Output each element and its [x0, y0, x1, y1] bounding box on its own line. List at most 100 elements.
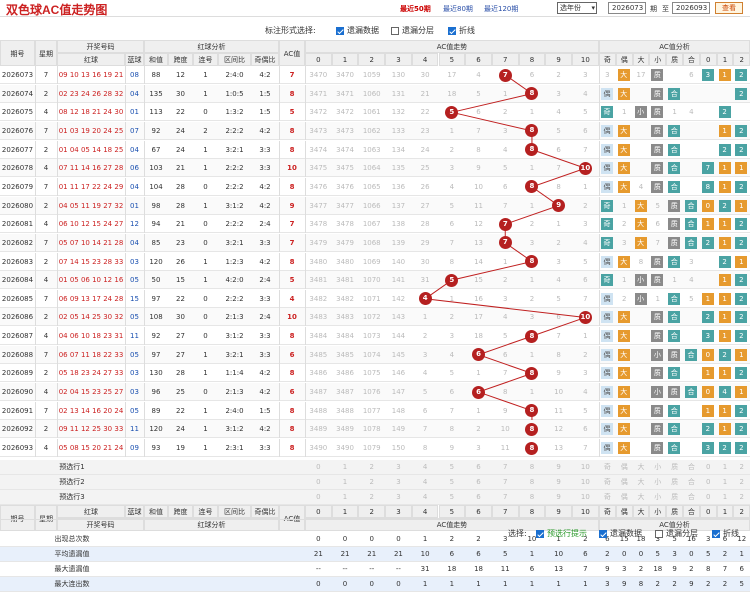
preselect-ac-cell[interactable]: 10 — [572, 475, 599, 490]
ac-analysis-tag: 偶 — [601, 143, 613, 156]
preselect-ac-cell[interactable]: 6 — [465, 475, 492, 490]
col-divider — [305, 84, 306, 103]
checkbox-icon[interactable] — [448, 26, 456, 35]
preselect-ac-cell[interactable]: 6 — [465, 460, 492, 475]
preselect-ac-cell[interactable]: 1 — [332, 490, 359, 505]
checkbox-icon[interactable] — [599, 529, 607, 538]
preselect-row[interactable]: 预选行3 0 1 2 3 4 5 6 7 8 9 10 奇偶大小质合 0 1 2 — [0, 489, 750, 505]
option-polyline-bottom[interactable]: 折线 — [712, 528, 739, 539]
consec-cell: 0 — [203, 332, 208, 341]
ac-analysis-miss — [700, 271, 717, 289]
preselect-ac-cell[interactable]: 4 — [412, 460, 439, 475]
preselect-an-cell[interactable]: 0 — [700, 490, 717, 505]
option-missing-data-bottom[interactable]: 遗漏数据 — [599, 528, 642, 539]
preselect-an-cell[interactable]: 2 — [733, 460, 750, 475]
ac-miss-cell: 3472 — [336, 108, 354, 117]
preselect-an-cell[interactable]: 1 — [717, 460, 734, 475]
preselect-ac-cell[interactable]: 3 — [385, 460, 412, 475]
preselect-ac-cell[interactable]: 0 — [305, 490, 332, 505]
checkbox-icon[interactable] — [712, 529, 720, 538]
preselect-ac-cell[interactable]: 6 — [465, 490, 492, 505]
preselect-an-cell[interactable]: 大 — [633, 490, 650, 505]
preselect-an-cell[interactable]: 奇 — [599, 490, 616, 505]
preselect-ac-cell[interactable]: 10 — [572, 460, 599, 475]
ac-miss-cell: 1 — [529, 201, 535, 210]
preselect-an-cell[interactable]: 质 — [666, 460, 683, 475]
to-issue-input[interactable]: 2026093 — [672, 2, 710, 14]
preselect-an-cell[interactable]: 1 — [717, 490, 734, 505]
preselect-ac-cell[interactable]: 7 — [492, 475, 519, 490]
option-preselect-hint[interactable]: 预选行提示 — [536, 528, 587, 539]
preselect-an-cell[interactable]: 质 — [666, 475, 683, 490]
option-missing-data[interactable]: 遗漏数据 — [336, 25, 379, 36]
preselect-ac-cell[interactable]: 4 — [412, 475, 439, 490]
preselect-an-cell[interactable]: 2 — [733, 475, 750, 490]
preselect-row[interactable]: 预选行1 0 1 2 3 4 5 6 7 8 9 10 奇偶大小质合 0 1 2 — [0, 459, 750, 475]
col-divider — [279, 140, 280, 159]
consec-cell: 1 — [203, 276, 208, 285]
preselect-an-cell[interactable]: 偶 — [616, 490, 633, 505]
preselect-an-cell[interactable]: 0 — [700, 475, 717, 490]
from-issue-input[interactable]: 2026073 — [608, 2, 646, 14]
preselect-ac-cell[interactable]: 9 — [545, 490, 572, 505]
checkbox-icon[interactable] — [655, 529, 663, 538]
query-button[interactable]: 查看 — [715, 2, 743, 14]
checkbox-icon[interactable] — [391, 26, 399, 35]
header-issue[interactable]: 期号 — [0, 40, 35, 66]
preselect-an-cell[interactable]: 质 — [666, 490, 683, 505]
preselect-ac-cell[interactable]: 8 — [519, 490, 546, 505]
preselect-ac-cell[interactable]: 1 — [332, 460, 359, 475]
preselect-an-cell[interactable]: 奇 — [599, 460, 616, 475]
preselect-an-cell[interactable]: 奇 — [599, 475, 616, 490]
option-polyline[interactable]: 折线 — [448, 25, 475, 36]
preselect-ac-cell[interactable]: 8 — [519, 475, 546, 490]
preselect-an-cell[interactable]: 2 — [733, 490, 750, 505]
checkbox-icon[interactable] — [536, 529, 544, 538]
year-select[interactable]: 选年份 ▾ — [557, 2, 597, 14]
preselect-ac-cell[interactable]: 5 — [439, 490, 466, 505]
preselect-ac-cell[interactable]: 9 — [545, 460, 572, 475]
preselect-ac-cell[interactable]: 5 — [439, 475, 466, 490]
preselect-an-cell[interactable]: 合 — [683, 490, 700, 505]
preselect-an-cell[interactable]: 小 — [649, 490, 666, 505]
preselect-ac-cell[interactable]: 0 — [305, 475, 332, 490]
preselect-ac-cell[interactable]: 3 — [385, 490, 412, 505]
sum-cell: 89 — [151, 406, 161, 415]
preselect-ac-cell[interactable]: 0 — [305, 460, 332, 475]
preselect-ac-cell[interactable]: 2 — [358, 490, 385, 505]
checkbox-icon[interactable] — [336, 26, 344, 35]
preselect-an-cell[interactable]: 小 — [649, 475, 666, 490]
preselect-an-cell[interactable]: 偶 — [616, 475, 633, 490]
col-divider — [599, 345, 600, 364]
preselect-ac-cell[interactable]: 2 — [358, 475, 385, 490]
recent-80-link[interactable]: 最近80期 — [443, 4, 473, 14]
option-missing-layer-bottom[interactable]: 遗漏分层 — [655, 528, 698, 539]
preselect-ac-cell[interactable]: 4 — [412, 490, 439, 505]
ac-miss-cell: 5 — [449, 201, 455, 210]
recent-50-link[interactable]: 最近50期 — [400, 4, 431, 14]
preselect-ac-cell[interactable]: 10 — [572, 490, 599, 505]
preselect-an-cell[interactable]: 1 — [717, 475, 734, 490]
preselect-ac-cell[interactable]: 8 — [519, 460, 546, 475]
preselect-an-cell[interactable]: 偶 — [616, 460, 633, 475]
preselect-an-cell[interactable]: 小 — [649, 460, 666, 475]
preselect-ac-cell[interactable]: 7 — [492, 490, 519, 505]
preselect-ac-cell[interactable]: 9 — [545, 475, 572, 490]
preselect-ac-cell[interactable]: 7 — [492, 460, 519, 475]
ac-analysis-tag: 合 — [668, 367, 681, 380]
stats-ac-cell: 0 — [316, 579, 321, 588]
ac-analysis-tag: 合 — [668, 404, 681, 417]
preselect-ac-cell[interactable]: 5 — [439, 460, 466, 475]
preselect-an-cell[interactable]: 0 — [700, 460, 717, 475]
preselect-ac-cell[interactable]: 1 — [332, 475, 359, 490]
preselect-an-cell[interactable]: 大 — [633, 460, 650, 475]
preselect-row[interactable]: 预选行2 0 1 2 3 4 5 6 7 8 9 10 奇偶大小质合 0 1 2 — [0, 474, 750, 490]
preselect-ac-cell[interactable]: 2 — [358, 460, 385, 475]
preselect-an-cell[interactable]: 合 — [683, 475, 700, 490]
preselect-an-cell[interactable]: 合 — [683, 460, 700, 475]
option-missing-layer[interactable]: 遗漏分层 — [391, 25, 434, 36]
preselect-ac-cell[interactable]: 3 — [385, 475, 412, 490]
header-ac-col: 8 — [518, 53, 546, 66]
recent-120-link[interactable]: 最近120期 — [484, 4, 518, 14]
preselect-an-cell[interactable]: 大 — [633, 475, 650, 490]
